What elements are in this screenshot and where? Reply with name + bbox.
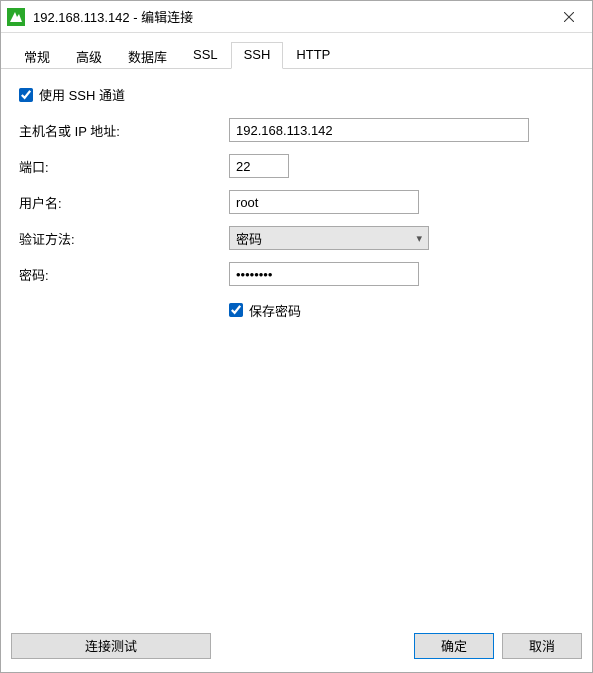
ok-button[interactable]: 确定 (414, 633, 494, 659)
tab-general[interactable]: 常规 (11, 42, 63, 69)
use-ssh-label: 使用 SSH 通道 (39, 85, 125, 104)
auth-method-select[interactable]: 密码 ▾ (229, 226, 429, 250)
edit-connection-window: 192.168.113.142 - 编辑连接 常规高级数据库SSLSSHHTTP… (0, 0, 593, 673)
save-password-row: 保存密码 (19, 298, 574, 322)
dialog-footer: 连接测试 确定 取消 (1, 628, 592, 672)
tab-http[interactable]: HTTP (283, 42, 343, 69)
tab-advanced[interactable]: 高级 (63, 42, 115, 69)
username-input[interactable] (229, 190, 419, 214)
auth-method-value: 密码 (236, 229, 262, 248)
close-icon (564, 12, 574, 22)
window-title: 192.168.113.142 - 编辑连接 (33, 7, 546, 26)
tab-database[interactable]: 数据库 (115, 42, 180, 69)
auth-method-row: 验证方法: 密码 ▾ (19, 226, 574, 250)
ssh-panel: 使用 SSH 通道 主机名或 IP 地址: 端口: 用户名: 验证方法: 密码 … (1, 69, 592, 628)
use-ssh-checkbox[interactable] (19, 88, 33, 102)
titlebar: 192.168.113.142 - 编辑连接 (1, 1, 592, 33)
save-password-checkbox[interactable] (229, 303, 243, 317)
test-connection-button[interactable]: 连接测试 (11, 633, 211, 659)
password-input[interactable] (229, 262, 419, 286)
tab-strip: 常规高级数据库SSLSSHHTTP (1, 41, 592, 69)
username-row: 用户名: (19, 190, 574, 214)
port-label: 端口: (19, 157, 229, 176)
use-ssh-row: 使用 SSH 通道 (19, 85, 574, 104)
host-row: 主机名或 IP 地址: (19, 118, 574, 142)
password-label: 密码: (19, 265, 229, 284)
app-icon (7, 8, 25, 26)
auth-method-label: 验证方法: (19, 229, 229, 248)
tab-ssl[interactable]: SSL (180, 42, 231, 69)
port-input[interactable] (229, 154, 289, 178)
host-label: 主机名或 IP 地址: (19, 121, 229, 140)
close-button[interactable] (546, 1, 592, 33)
port-row: 端口: (19, 154, 574, 178)
chevron-down-icon: ▾ (416, 232, 422, 245)
cancel-button[interactable]: 取消 (502, 633, 582, 659)
save-password-label: 保存密码 (249, 301, 301, 320)
username-label: 用户名: (19, 193, 229, 212)
host-input[interactable] (229, 118, 529, 142)
password-row: 密码: (19, 262, 574, 286)
tab-ssh[interactable]: SSH (231, 42, 284, 69)
